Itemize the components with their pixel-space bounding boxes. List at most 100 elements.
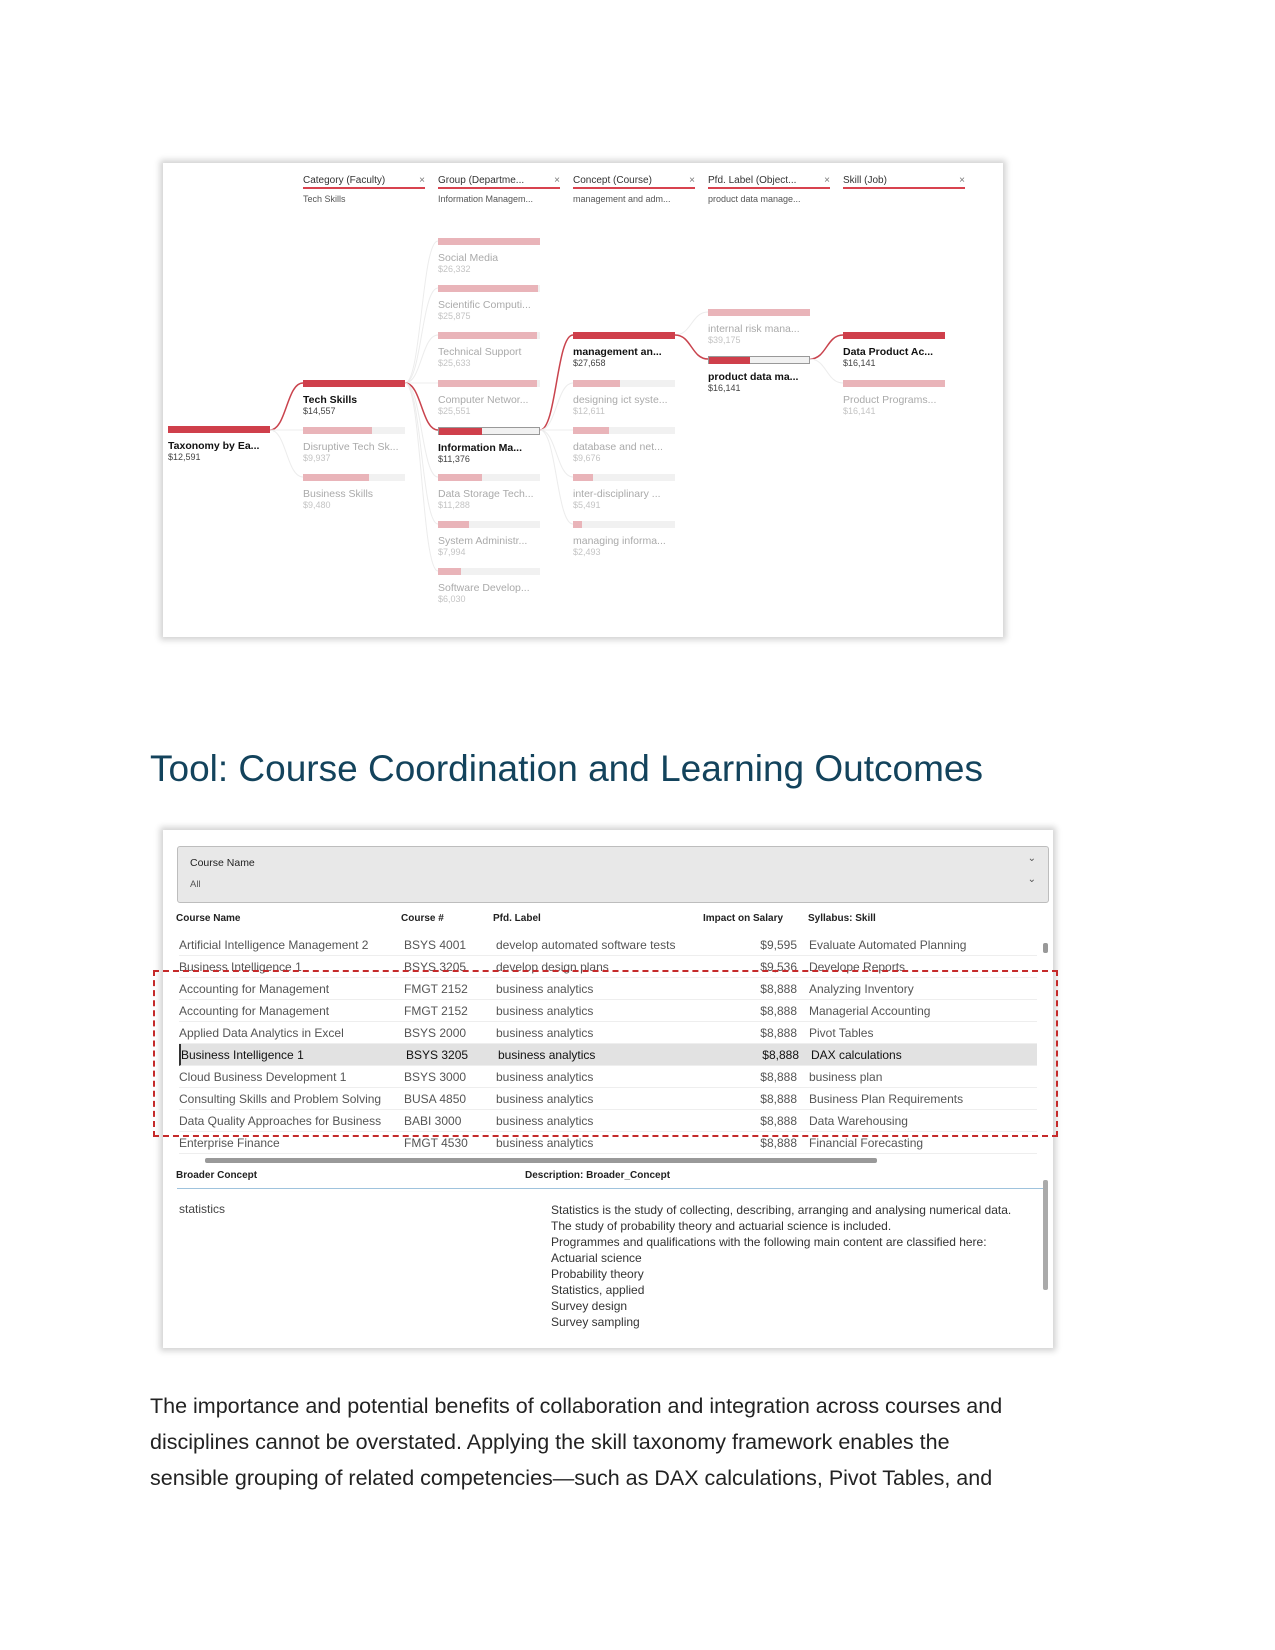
tree-node-label: management an... <box>573 346 662 358</box>
tree-node-bar-fill <box>438 380 537 387</box>
tree-connector <box>809 358 844 384</box>
course-coordination-tool: Course Name All ⌄ ⌄ Course Name Course #… <box>153 830 1058 1348</box>
close-icon[interactable]: × <box>419 175 425 186</box>
table-cell-code: FMGT 4530 <box>404 1136 468 1150</box>
column-header-course-number[interactable]: Course # <box>401 913 444 924</box>
tree-node-bar-fill <box>573 521 583 528</box>
horizontal-scrollbar[interactable] <box>205 1158 877 1163</box>
tree-node[interactable]: Software Develop... $6,030 <box>438 568 540 604</box>
level-header-concept[interactable]: Concept (Course) × <box>573 175 695 189</box>
chevron-down-icon[interactable]: ⌄ <box>1028 853 1036 864</box>
tree-node[interactable]: database and net... $9,676 <box>573 427 675 463</box>
tree-node-label: Data Product Ac... <box>843 346 934 358</box>
tree-node-value: $7,994 <box>438 547 466 557</box>
tree-node[interactable]: Taxonomy by Ea... $12,591 <box>168 426 270 462</box>
column-header-impact-on-salary[interactable]: Impact on Salary <box>703 913 783 924</box>
tree-node-value: $25,551 <box>438 406 471 416</box>
tree-node-value: $11,288 <box>438 500 470 510</box>
tree-node[interactable]: inter-disciplinary ... $5,491 <box>573 474 675 510</box>
tree-connector <box>404 287 439 384</box>
tree-node-bar-fill <box>438 521 469 528</box>
level-header-pfd-label[interactable]: Pfd. Label (Object... × <box>708 175 830 189</box>
tree-node-label: Computer Networ... <box>438 394 529 406</box>
tree-node[interactable]: internal risk mana... $39,175 <box>708 309 810 345</box>
tree-node-label: Business Skills <box>303 488 374 500</box>
tree-node-label: product data ma... <box>708 371 799 383</box>
course-name-slicer[interactable]: Course Name All ⌄ ⌄ <box>177 846 1049 903</box>
tree-node[interactable]: Social Media $26,332 <box>438 238 540 274</box>
close-icon[interactable]: × <box>824 175 830 186</box>
column-header-broader-concept[interactable]: Broader Concept <box>176 1170 257 1181</box>
column-header-description[interactable]: Description: Broader_Concept <box>525 1170 670 1181</box>
tree-node-bar-fill <box>438 238 540 245</box>
paragraph-line: sensible grouping of related competencie… <box>150 1466 993 1490</box>
chevron-down-icon[interactable]: ⌄ <box>1028 874 1036 885</box>
tree-node-label: inter-disciplinary ... <box>573 488 661 500</box>
table-row[interactable]: Artificial Intelligence Management 2 BSYS… <box>179 934 1037 956</box>
tree-node-bar-fill <box>439 428 482 435</box>
tree-node-value: $9,676 <box>573 453 601 463</box>
tree-connector <box>269 382 304 431</box>
level-header-group[interactable]: Group (Departme... × <box>438 175 560 189</box>
close-icon[interactable]: × <box>554 175 560 186</box>
tree-node[interactable]: Technical Support $25,633 <box>438 332 540 368</box>
tree-node[interactable]: Tech Skills $14,557 <box>303 380 405 416</box>
tree-node[interactable]: Data Product Ac... $16,141 <box>843 332 945 368</box>
tree-node-bar <box>573 521 675 528</box>
tree-node[interactable]: designing ict syste... $12,611 <box>573 380 675 416</box>
tree-node[interactable]: Disruptive Tech Sk... $9,937 <box>303 427 405 463</box>
tree-node-bar <box>168 426 270 433</box>
description-line: --- Inclusions <box>551 1346 1021 1348</box>
tree-connector <box>539 429 574 478</box>
tree-connector <box>539 334 574 431</box>
tree-node-bar <box>708 356 810 364</box>
tree-node[interactable]: management an... $27,658 <box>573 332 675 368</box>
description-line: The study of probability theory and actu… <box>551 1219 892 1233</box>
broader-concept-value: statistics <box>179 1202 226 1216</box>
tree-node-label: Social Media <box>438 252 499 264</box>
level-filter-group: Information Managem... <box>438 194 534 204</box>
tree-node-bar <box>843 380 945 387</box>
close-icon[interactable]: × <box>689 175 695 186</box>
vertical-scrollbar[interactable] <box>1043 943 1048 953</box>
tree-node-bar <box>708 309 810 316</box>
tree-node[interactable]: Scientific Computi... $25,875 <box>438 285 540 321</box>
tree-node[interactable]: product data ma... $16,141 <box>708 356 810 393</box>
tree-node-bar <box>438 380 540 387</box>
tree-node[interactable]: Product Programs... $16,141 <box>843 380 945 416</box>
tree-node-bar <box>438 568 540 575</box>
description-line: Probability theory <box>551 1267 644 1281</box>
tree-node[interactable]: Business Skills $9,480 <box>303 474 405 510</box>
tree-node-bar <box>438 427 540 435</box>
tree-node-bar-fill <box>438 332 537 339</box>
tree-connector <box>404 334 439 384</box>
tree-node-bar-fill <box>438 568 462 575</box>
table-row[interactable]: Integrated Business ProcessesBSYS 4075bu… <box>179 1154 1037 1156</box>
level-header-skill[interactable]: Skill (Job) × <box>843 175 965 189</box>
tree-connector <box>404 382 439 525</box>
column-header-course-name[interactable]: Course Name <box>176 913 240 924</box>
table-cell-name: Enterprise Finance <box>179 1136 280 1150</box>
tree-node-label: Disruptive Tech Sk... <box>303 441 399 453</box>
tree-node-bar-fill <box>303 380 405 387</box>
level-header-category[interactable]: Category (Faculty) × <box>303 175 425 189</box>
description-line: Programmes and qualifications with the f… <box>551 1235 987 1249</box>
tree-node[interactable]: Data Storage Tech... $11,288 <box>438 474 540 510</box>
tree-node[interactable]: Computer Networ... $25,551 <box>438 380 540 416</box>
close-icon[interactable]: × <box>959 175 965 186</box>
tree-node-label: Technical Support <box>438 346 522 358</box>
tree-connector <box>674 334 709 360</box>
tree-node-value: $16,141 <box>843 358 876 368</box>
tree-node[interactable]: System Administr... $7,994 <box>438 521 540 557</box>
tree-node-bar <box>438 332 540 339</box>
tree-node[interactable]: managing informa... $2,493 <box>573 521 675 557</box>
tree-node-bar <box>303 427 405 434</box>
column-header-pfd-label[interactable]: Pfd. Label <box>493 913 541 924</box>
table-cell-impact: $9,595 <box>760 938 797 952</box>
column-header-syllabus-skill[interactable]: Syllabus: Skill <box>808 913 876 924</box>
paragraph-line: The importance and potential benefits of… <box>150 1394 1003 1418</box>
divider <box>177 1188 1047 1189</box>
vertical-scrollbar[interactable] <box>1043 1180 1048 1290</box>
tree-node[interactable]: Information Ma... $11,376 <box>438 427 540 464</box>
tree-node-bar <box>843 332 945 339</box>
